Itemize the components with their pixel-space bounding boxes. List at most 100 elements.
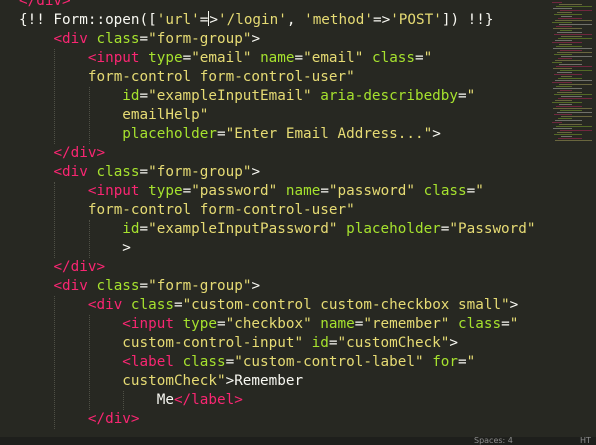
code-line[interactable]: > xyxy=(19,239,535,258)
attr-token: type xyxy=(182,316,217,332)
str-token: 'method' xyxy=(304,12,373,28)
minimap-line xyxy=(561,116,592,117)
minimap-line xyxy=(561,56,592,57)
minimap-line xyxy=(552,102,582,103)
txt-token: = xyxy=(173,297,183,313)
code-line[interactable]: <input type="email" name="email" class=" xyxy=(19,49,535,68)
code-line[interactable]: <input type="password" name="password" c… xyxy=(19,182,535,201)
code-line[interactable]: </div> xyxy=(19,144,535,163)
code-line[interactable]: id="exampleInputEmail" aria-describedby=… xyxy=(19,87,535,106)
minimap-line xyxy=(560,130,592,131)
attr-token: class xyxy=(423,183,467,199)
minimap-line xyxy=(555,140,592,141)
minimap-line xyxy=(561,76,572,77)
code-line[interactable]: Me</label> xyxy=(19,391,535,410)
txt-token: , xyxy=(286,12,305,28)
indent-guide xyxy=(88,220,90,258)
minimap-line xyxy=(557,112,592,113)
code-line[interactable]: <div class="custom-control custom-checkb… xyxy=(19,296,535,315)
minimap-line xyxy=(557,132,572,133)
tag-token: <div xyxy=(53,31,88,47)
minimap-line xyxy=(553,68,572,69)
syntax-status[interactable]: HT xyxy=(580,437,591,445)
attr-token: name xyxy=(285,183,321,199)
minimap-line xyxy=(558,58,572,59)
str-token: customCheck" xyxy=(122,373,226,389)
code-line[interactable]: form-control form-control-user" xyxy=(19,201,535,220)
minimap-line xyxy=(557,52,592,53)
attr-token: name xyxy=(260,50,295,66)
txt-token xyxy=(415,183,424,199)
indent-guide xyxy=(88,87,90,144)
attr-token: class xyxy=(182,354,226,370)
minimap-line xyxy=(556,66,592,67)
txt-token xyxy=(251,50,260,66)
txt-token: > xyxy=(509,297,519,313)
code-line[interactable]: </div> xyxy=(19,410,535,429)
minimap-line xyxy=(561,16,572,17)
code-line[interactable]: </div> xyxy=(19,0,535,11)
attr-token: type xyxy=(148,183,183,199)
tag-token: </div> xyxy=(53,259,106,275)
txt-token: = xyxy=(458,354,467,370)
code-line[interactable]: id="exampleInputPassword" placeholder="P… xyxy=(19,220,535,239)
txt-token: = xyxy=(182,50,192,66)
tag-token: <div xyxy=(53,164,88,180)
minimap-line xyxy=(559,44,572,45)
txt-token xyxy=(312,88,321,104)
code-line[interactable]: <label class="custom-control-label" for=… xyxy=(19,353,535,372)
tag-token: <label xyxy=(122,354,174,370)
txt-token xyxy=(363,50,372,66)
code-line[interactable]: emailHelp" xyxy=(19,106,535,125)
str-token: "email" xyxy=(191,50,252,66)
txt-token xyxy=(449,316,458,332)
minimap-line xyxy=(558,18,582,19)
minimap-line xyxy=(555,40,572,41)
txt-token: = xyxy=(320,183,329,199)
str-token: " xyxy=(423,50,433,66)
tag-token: </div> xyxy=(19,0,71,9)
txt-token: = xyxy=(139,88,149,104)
str-token: custom-control-input" xyxy=(122,335,304,351)
code-area[interactable]: </div> {!! Form::open(['url'=>'/login', '… xyxy=(19,0,535,429)
code-line[interactable]: </div> xyxy=(19,258,535,277)
code-line[interactable]: custom-control-input" id="customCheck"> xyxy=(19,334,535,353)
code-editor[interactable]: </div> {!! Form::open(['url'=>'/login', '… xyxy=(0,0,596,437)
minimap-line xyxy=(559,4,582,5)
code-line[interactable]: <div class="form-group"> xyxy=(19,30,535,49)
txt-token: = xyxy=(139,164,149,180)
str-token: "remember" xyxy=(363,316,450,332)
minimap-line xyxy=(555,60,582,61)
indentation-status[interactable]: Spaces: 4 xyxy=(474,437,513,445)
code-line[interactable]: form-control form-control-user" xyxy=(19,68,535,87)
code-line[interactable]: {!! Form::open(['url'=>'/login', 'method… xyxy=(19,11,535,30)
code-line[interactable]: placeholder="Enter Email Address..."> xyxy=(19,125,535,144)
minimap-line xyxy=(552,82,572,83)
minimap-line xyxy=(558,78,582,79)
minimap-line xyxy=(554,14,582,15)
attr-token: id xyxy=(122,221,140,237)
minimap-line xyxy=(553,88,582,89)
minimap-line xyxy=(555,100,572,101)
code-line[interactable]: <div class="form-group"> xyxy=(19,277,535,296)
code-line[interactable]: customCheck">Remember xyxy=(19,372,535,391)
minimap-line xyxy=(557,72,572,73)
minimap-line xyxy=(554,134,582,135)
code-line[interactable]: <input type="checkbox" name="remember" c… xyxy=(19,315,535,334)
txt-token xyxy=(303,335,312,351)
txt-token xyxy=(174,316,183,332)
attr-token: id xyxy=(122,88,140,104)
str-token: "Password" xyxy=(449,221,536,237)
attr-token: class xyxy=(96,31,140,47)
minimap-line xyxy=(556,86,572,87)
minimap-line xyxy=(556,126,592,127)
code-line[interactable]: <div class="form-group"> xyxy=(19,163,535,182)
minimap[interactable] xyxy=(550,0,596,437)
